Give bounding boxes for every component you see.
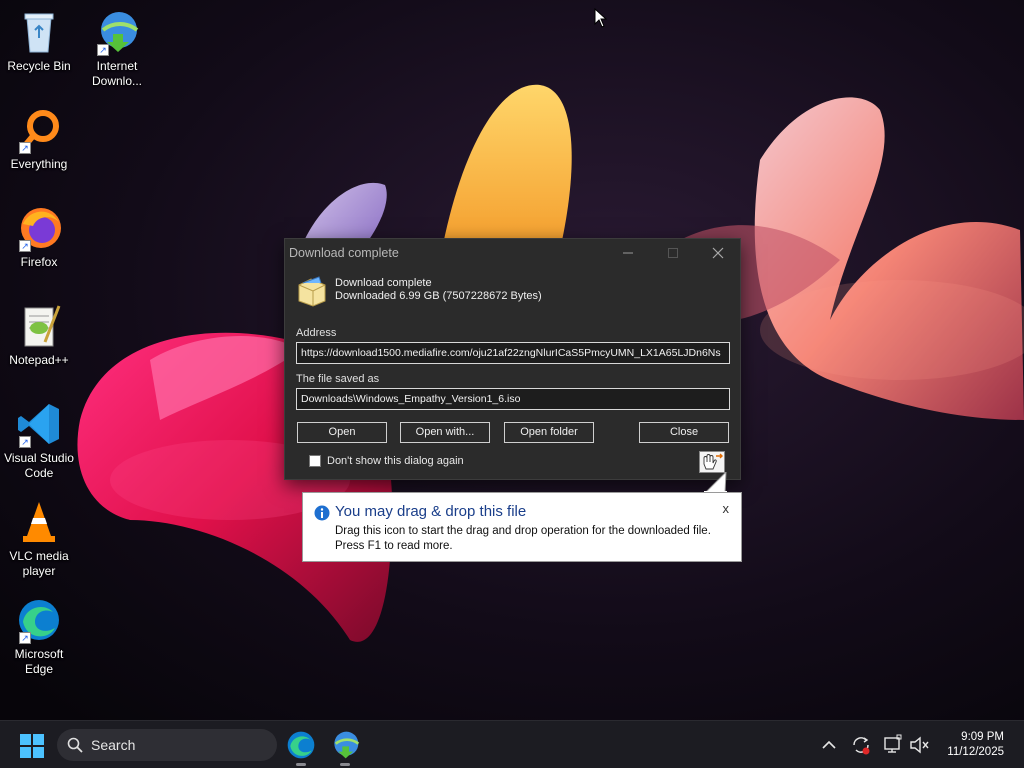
tray-volume-button[interactable] [908,721,930,768]
notepad-plus-plus-icon [15,302,63,350]
search-label: Search [91,737,136,753]
clock-time: 9:09 PM [961,731,1004,743]
desktop-icon-visual-studio-code[interactable]: ↗ Visual Studio Code [0,400,78,481]
internet-download-manager-icon [334,731,360,759]
search-icon [67,737,83,753]
tray-network-button[interactable] [882,721,904,768]
shortcut-arrow-icon: ↗ [19,436,31,448]
open-folder-button[interactable]: Open folder [504,422,594,443]
desktop-icon-vlc[interactable]: VLC media player [0,498,78,579]
close-icon [712,247,723,258]
edge-icon [287,731,315,759]
running-indicator [340,763,350,766]
open-with-button[interactable]: Open with... [400,422,490,443]
dont-show-label: Don't show this dialog again [327,455,464,467]
running-indicator [296,763,306,766]
maximize-button [650,239,695,266]
taskbar-search[interactable]: Search [57,729,277,761]
chevron-up-icon [822,740,836,749]
taskbar-app-internet-download-manager[interactable] [329,729,361,766]
tooltip-line-2: Press F1 to read more. [335,540,453,552]
tooltip-line-1: Drag this icon to start the drag and dro… [335,525,711,537]
desktop-icon-recycle-bin[interactable]: Recycle Bin [0,8,78,74]
desktop-icon-notepad-plus-plus[interactable]: Notepad++ [0,302,78,368]
dialog-title: Download complete [289,245,399,260]
desktop-icon-label: Internet Downlo... [91,59,143,88]
windows-logo-icon [20,734,44,758]
tooltip-title: You may drag & drop this file [335,503,527,520]
desktop-icon-microsoft-edge[interactable]: ↗ Microsoft Edge [0,596,78,677]
saved-as-label: The file saved as [296,373,380,385]
drag-hand-icon [703,453,723,470]
download-size: Downloaded 6.99 GB (7507228672 Bytes) [335,290,542,302]
shortcut-arrow-icon: ↗ [97,44,109,56]
download-heading: Download complete [335,277,432,289]
desktop-icon-label: Firefox [20,255,58,269]
recycle-bin-icon [15,8,63,56]
drag-drop-handle[interactable] [699,451,725,473]
vscode-icon: ↗ [15,400,63,448]
address-label: Address [296,327,337,339]
firefox-icon: ↗ [15,204,63,252]
network-icon [884,734,902,753]
show-hidden-icons-button[interactable] [820,721,838,768]
drag-drop-tooltip: You may drag & drop this file Drag this … [302,492,742,562]
taskbar-app-edge[interactable] [285,729,317,766]
saved-as-field[interactable]: Downloads\Windows_Empathy_Version1_6.iso [296,388,730,410]
desktop-icon-label: Microsoft Edge [14,647,64,676]
taskbar: Search 9:09 PM 11/12/2025 [0,720,1024,768]
shortcut-arrow-icon: ↗ [19,142,31,154]
internet-download-manager-icon: ↗ [93,8,141,56]
close-button[interactable]: Close [639,422,729,443]
desktop-icon-label: Visual Studio Code [4,451,74,480]
desktop-icon-label: VLC media player [9,549,69,578]
download-file-icon[interactable] [297,275,327,307]
desktop-icon-everything[interactable]: ↗ Everything [0,106,78,172]
shortcut-arrow-icon: ↗ [19,632,31,644]
maximize-icon [667,247,678,258]
mouse-cursor-icon [594,7,608,33]
desktop-icon-label: Recycle Bin [7,59,71,73]
shortcut-arrow-icon: ↗ [19,240,31,252]
address-field[interactable]: https://download1500.mediafire.com/oju21… [296,342,730,364]
vlc-cone-icon [15,498,63,546]
desktop-icon-label: Notepad++ [9,353,69,367]
sync-icon [853,737,870,755]
minimize-button[interactable] [605,239,650,266]
minimize-icon [622,252,633,253]
volume-muted-icon [910,736,929,754]
taskbar-clock[interactable]: 9:09 PM 11/12/2025 [947,730,1004,760]
dont-show-checkbox[interactable] [309,455,321,467]
clock-date: 11/12/2025 [947,746,1004,758]
download-complete-dialog: Download complete Download complete Down… [284,238,741,480]
info-icon [314,505,330,526]
tray-sync-button[interactable] [850,721,872,768]
close-window-button[interactable] [695,239,740,266]
desktop-icon-internet-download-manager[interactable]: ↗ Internet Downlo... [78,8,156,89]
everything-search-icon: ↗ [15,106,63,154]
tooltip-close-button[interactable]: x [723,501,730,516]
desktop-icon-firefox[interactable]: ↗ Firefox [0,204,78,270]
desktop-icon-label: Everything [10,157,68,171]
open-button[interactable]: Open [297,422,387,443]
edge-icon: ↗ [15,596,63,644]
start-button[interactable] [20,734,44,758]
dont-show-row[interactable]: Don't show this dialog again [309,455,464,467]
dialog-titlebar[interactable]: Download complete [285,239,740,266]
